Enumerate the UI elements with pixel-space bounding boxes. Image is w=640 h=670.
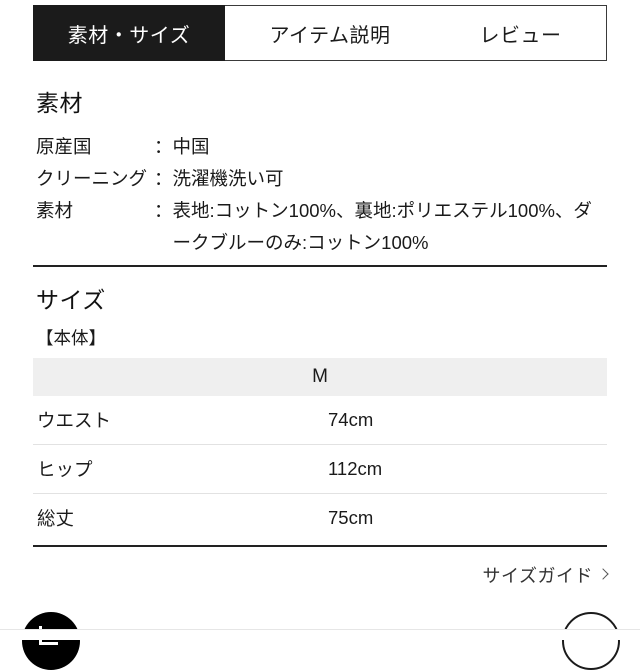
table-row: 総丈 75cm [33, 494, 607, 543]
spec-label-country: 原産国 [36, 136, 92, 157]
spec-value-cleaning: 洗濯機洗い可 [172, 168, 284, 189]
spec-colon-country: ： [154, 136, 173, 157]
favorite-button[interactable] [562, 612, 620, 670]
spec-row-fabric: 素材 ： 表地:コットン100%、裏地:ポリエステル100%、ダークブルーのみ:… [36, 195, 608, 259]
tab-bar: 素材・サイズ アイテム説明 レビュー [33, 5, 607, 61]
size-row-value-waist: 74cm [320, 396, 607, 445]
tab-material-size-label: 素材・サイズ [67, 24, 191, 47]
spec-colon-cleaning: ： [154, 168, 173, 189]
spec-label-fabric: 素材 [36, 200, 74, 221]
spec-value-country: 中国 [172, 136, 210, 157]
tab-review[interactable]: レビュー [435, 5, 607, 61]
material-section-divider [33, 265, 607, 267]
size-guide-label: サイズガイド [482, 566, 593, 586]
spec-row-country: 原産国 ： 中国 [36, 131, 608, 163]
spec-label-cleaning: クリーニング [36, 168, 148, 189]
table-row: ヒップ 112cm [33, 444, 607, 494]
size-row-value-hip: 112cm [320, 444, 607, 494]
tab-material-size[interactable]: 素材・サイズ [33, 5, 225, 61]
size-column-header-m: M [33, 358, 607, 396]
tab-item-description-label: アイテム説明 [269, 24, 391, 47]
size-subheading-body: 【本体】 [36, 328, 106, 348]
spec-value-fabric: 表地:コットン100%、裏地:ポリエステル100%、ダークブルーのみ:コットン1… [172, 200, 592, 253]
size-section-divider [33, 545, 607, 547]
size-table: M ウエスト 74cm ヒップ 112cm 総丈 75cm [33, 358, 607, 542]
size-table-header-row: M [33, 358, 607, 396]
bottom-bar [0, 629, 640, 640]
size-row-label-hip: ヒップ [33, 444, 320, 494]
size-row-value-total-length: 75cm [328, 507, 374, 528]
back-button[interactable] [22, 612, 80, 670]
material-spec-list: 原産国 ： 中国 クリーニング ： 洗濯機洗い可 素材 ： 表地:コットン100… [36, 131, 608, 259]
size-section-heading: サイズ [36, 287, 106, 313]
size-table-head: M [33, 358, 607, 396]
size-table-body: ウエスト 74cm ヒップ 112cm 総丈 75cm [33, 396, 607, 542]
chevron-right-icon [597, 568, 609, 580]
spec-row-cleaning: クリーニング ： 洗濯機洗い可 [36, 163, 608, 195]
size-guide-link[interactable]: サイズガイド [482, 562, 609, 588]
size-row-label-total-length: 総丈 [37, 508, 75, 529]
table-row: ウエスト 74cm [33, 396, 607, 445]
size-row-label-waist: ウエスト [33, 396, 320, 445]
material-section-heading: 素材 [36, 90, 83, 116]
spec-colon-fabric: ： [154, 200, 173, 221]
tab-item-description[interactable]: アイテム説明 [225, 5, 435, 61]
tab-review-label: レビュー [479, 24, 562, 47]
